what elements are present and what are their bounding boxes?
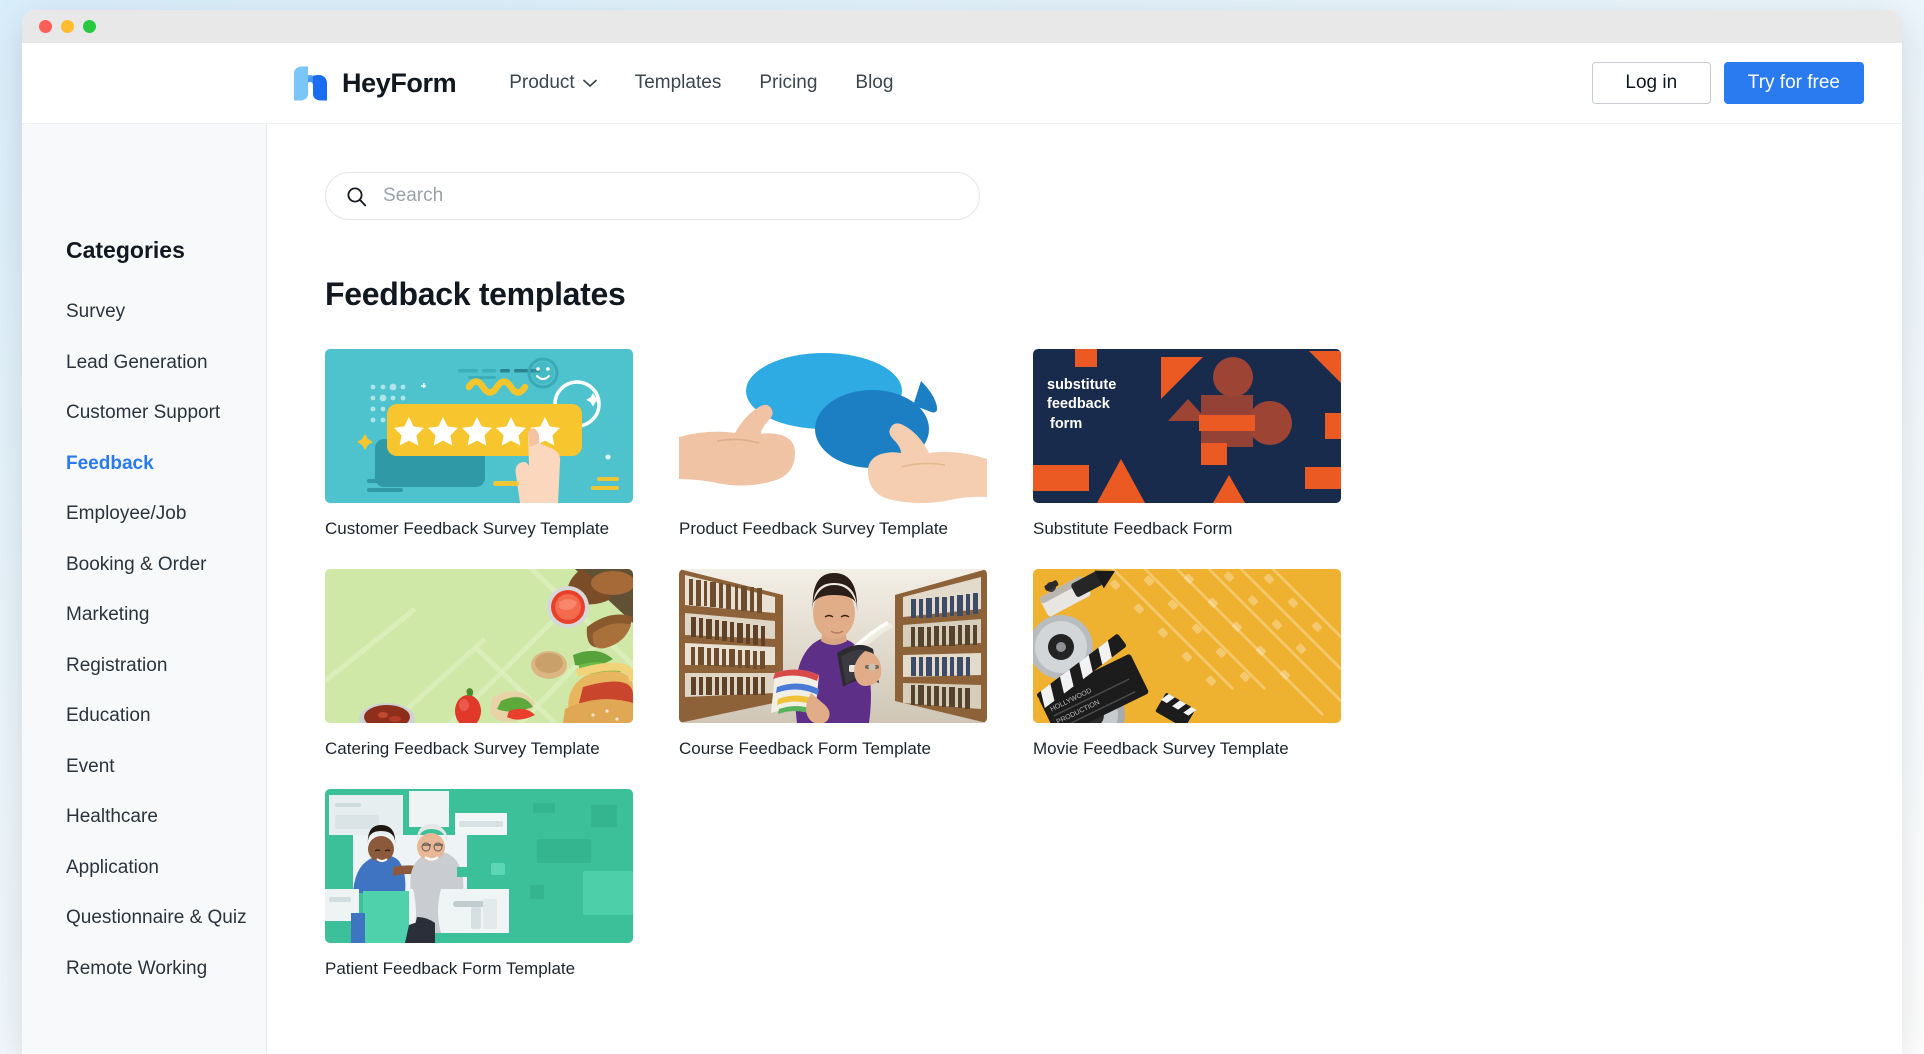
- minimize-window-button[interactable]: [61, 20, 74, 33]
- template-card[interactable]: HOLLYWOOD PRODUCTION Movie Feedback Surv…: [1033, 569, 1341, 760]
- main-navigation: Product Templates Pricing Blog: [509, 72, 893, 94]
- svg-text:feedback: feedback: [1047, 396, 1111, 412]
- template-thumbnail-food-tray-green[interactable]: [325, 569, 633, 724]
- browser-window: HeyForm Product Templates Pricing Blog L…: [22, 10, 1902, 1054]
- category-list: Survey Lead Generation Customer Support …: [66, 301, 266, 980]
- heyform-logo-icon: [292, 64, 329, 103]
- sidebar-item-questionnaire-quiz[interactable]: Questionnaire & Quiz: [66, 907, 266, 929]
- svg-text:substitute: substitute: [1047, 377, 1116, 393]
- categories-heading: Categories: [66, 237, 185, 263]
- template-card-title: Movie Feedback Survey Template: [1033, 739, 1289, 759]
- sidebar-item-healthcare[interactable]: Healthcare: [66, 806, 266, 828]
- header-actions: Log in Try for free: [1591, 62, 1864, 104]
- sidebar-item-customer-support[interactable]: Customer Support: [66, 402, 266, 424]
- page-title: Feedback templates: [325, 276, 626, 312]
- sidebar-item-application[interactable]: Application: [66, 857, 266, 879]
- nav-item-product[interactable]: Product: [509, 72, 597, 94]
- template-thumbnail-thumbs-up-speech-bubbles[interactable]: [679, 349, 987, 503]
- template-card[interactable]: Product Feedback Survey Template: [679, 349, 987, 540]
- template-card-title: Patient Feedback Form Template: [325, 959, 576, 979]
- maximize-window-button[interactable]: [83, 20, 96, 33]
- sidebar-item-event[interactable]: Event: [66, 756, 266, 778]
- sidebar-item-lead-generation[interactable]: Lead Generation: [66, 352, 266, 374]
- template-grid: Customer Feedback Survey Template Produc…: [325, 349, 1902, 980]
- template-card[interactable]: Catering Feedback Survey Template: [325, 569, 633, 760]
- try-for-free-button[interactable]: Try for free: [1723, 62, 1864, 104]
- template-card-title: Catering Feedback Survey Template: [325, 739, 600, 759]
- template-thumbnail-five-star-rating-teal[interactable]: [325, 349, 633, 503]
- template-card[interactable]: Customer Feedback Survey Template: [325, 349, 633, 540]
- template-thumbnail-navy-orange-geometric[interactable]: substitute feedback form: [1033, 349, 1341, 503]
- nav-item-templates[interactable]: Templates: [635, 72, 722, 94]
- brand-name: HeyForm: [342, 67, 457, 98]
- sidebar-item-remote-working[interactable]: Remote Working: [66, 958, 266, 980]
- nav-item-blog[interactable]: Blog: [855, 72, 893, 94]
- svg-text:form: form: [1050, 416, 1082, 432]
- site-header: HeyForm Product Templates Pricing Blog L…: [22, 43, 1902, 124]
- sidebar-item-registration[interactable]: Registration: [66, 655, 266, 677]
- sidebar-item-feedback[interactable]: Feedback: [66, 453, 266, 475]
- template-card[interactable]: substitute feedback form Substitute Feed…: [1033, 349, 1341, 540]
- search-input[interactable]: [383, 185, 959, 207]
- login-button[interactable]: Log in: [1591, 62, 1711, 104]
- template-card[interactable]: Patient Feedback Form Template: [325, 789, 633, 980]
- chevron-down-icon: [582, 79, 597, 88]
- template-card-title: Substitute Feedback Form: [1033, 519, 1233, 538]
- brand-logo-link[interactable]: HeyForm: [292, 64, 457, 103]
- search-icon: [346, 186, 367, 207]
- page-body: Categories Survey Lead Generation Custom…: [22, 124, 1902, 1053]
- template-thumbnail-nurse-patient-green-mosaic[interactable]: [325, 789, 633, 944]
- template-card-title: Product Feedback Survey Template: [679, 519, 948, 538]
- search-bar[interactable]: [325, 172, 980, 220]
- sidebar-item-survey[interactable]: Survey: [66, 301, 266, 323]
- nav-item-pricing[interactable]: Pricing: [759, 72, 817, 94]
- template-thumbnail-library-student-photo[interactable]: [679, 569, 987, 724]
- close-window-button[interactable]: [39, 20, 52, 33]
- sidebar-item-marketing[interactable]: Marketing: [66, 604, 266, 626]
- categories-sidebar: Categories Survey Lead Generation Custom…: [22, 124, 267, 1053]
- window-titlebar: [22, 10, 1902, 43]
- template-card-title: Course Feedback Form Template: [679, 739, 931, 759]
- nav-item-product-label: Product: [509, 72, 575, 93]
- template-card[interactable]: Course Feedback Form Template: [679, 569, 987, 760]
- sidebar-item-employee-job[interactable]: Employee/Job: [66, 503, 266, 525]
- sidebar-item-education[interactable]: Education: [66, 705, 266, 727]
- main-content: Feedback templates: [267, 124, 1902, 1053]
- template-thumbnail-cinema-yellow-filmstrip[interactable]: HOLLYWOOD PRODUCTION: [1033, 569, 1341, 724]
- template-card-title: Customer Feedback Survey Template: [325, 519, 610, 538]
- sidebar-item-booking-order[interactable]: Booking & Order: [66, 554, 266, 576]
